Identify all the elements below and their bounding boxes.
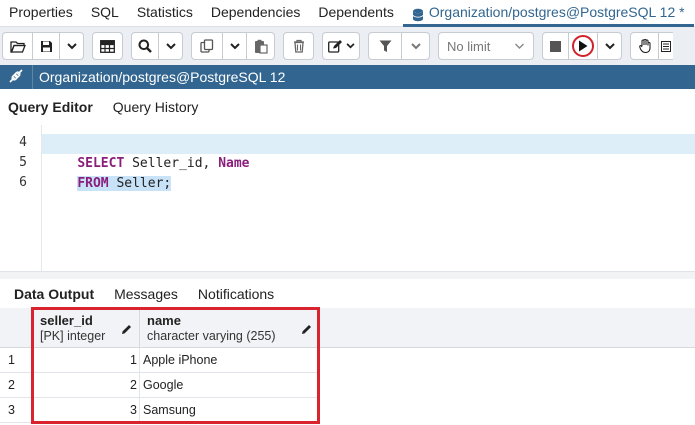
grid-icon: [100, 39, 115, 53]
result-tab-bar: Data Output Messages Notifications: [0, 279, 695, 308]
execute-icon: [572, 35, 594, 57]
cell-seller-id[interactable]: 1: [33, 348, 140, 373]
header-filler: [320, 308, 695, 348]
paste-button[interactable]: [247, 32, 275, 60]
connection-icon: [8, 68, 24, 87]
line-number: 4: [19, 135, 27, 150]
database-icon: [412, 5, 424, 21]
rollback-button[interactable]: [659, 32, 673, 60]
tab-query-history[interactable]: Query History: [105, 99, 207, 115]
delete-button[interactable]: [283, 32, 314, 60]
chevron-down-icon: [604, 42, 615, 50]
table-row[interactable]: 1 1 Apple iPhone: [0, 348, 695, 373]
find-button[interactable]: [131, 32, 159, 60]
connection-title: Organization/postgres@PostgreSQL 12: [39, 69, 286, 85]
cell-name[interactable]: Apple iPhone: [140, 348, 320, 373]
panel-splitter[interactable]: [0, 271, 695, 279]
paste-icon: [254, 39, 268, 54]
row-number-header[interactable]: [0, 308, 33, 348]
panel-tab-bar: Properties SQL Statistics Dependencies D…: [0, 0, 695, 27]
column-type: [PK] integer: [40, 329, 106, 343]
result-grid: seller_id [PK] integer name character va…: [0, 308, 695, 425]
sql-editor[interactable]: 4 5 6 SELECT Seller_id, Name FROM Seller…: [0, 125, 695, 277]
tab-query-editor[interactable]: Query Editor: [0, 99, 105, 115]
tab-data-output[interactable]: Data Output: [0, 286, 104, 302]
line-number-gutter: 4 5 6: [0, 125, 42, 277]
chevron-down-icon: [229, 42, 240, 50]
connection-bar[interactable]: Organization/postgres@PostgreSQL 12: [0, 65, 695, 89]
table-row[interactable]: 2 2 Google: [0, 373, 695, 398]
copy-dropdown-button[interactable]: [223, 32, 247, 60]
copy-button[interactable]: [191, 32, 223, 60]
line-number: 6: [19, 175, 27, 190]
code-line[interactable]: FROM Seller;: [42, 154, 695, 191]
column-name: seller_id: [40, 313, 93, 328]
chevron-down-icon: [165, 42, 176, 50]
tab-sql[interactable]: SQL: [82, 0, 128, 27]
pencil-icon[interactable]: [121, 322, 132, 338]
stop-icon: [550, 40, 561, 52]
column-header-seller-id[interactable]: seller_id [PK] integer: [33, 308, 140, 348]
list-icon: [661, 40, 671, 52]
execute-button[interactable]: [569, 32, 598, 60]
connection-status[interactable]: [0, 65, 33, 89]
find-dropdown-button[interactable]: [159, 32, 183, 60]
tab-statistics[interactable]: Statistics: [128, 0, 202, 27]
commit-button[interactable]: [630, 32, 659, 60]
cell-name[interactable]: Google: [140, 373, 320, 398]
line-number: 5: [19, 155, 27, 170]
edit-grid-button[interactable]: [92, 32, 123, 60]
tab-dependencies[interactable]: Dependencies: [202, 0, 310, 27]
filter-button[interactable]: [368, 32, 402, 60]
search-icon: [138, 39, 152, 53]
save-button[interactable]: [33, 32, 60, 60]
tab-dependents[interactable]: Dependents: [309, 0, 403, 27]
code-line[interactable]: [42, 174, 695, 194]
row-limit-value: No limit: [447, 38, 491, 54]
row-limit-select[interactable]: No limit: [438, 32, 534, 60]
edit-options-button[interactable]: [322, 32, 360, 60]
chevron-down-icon: [345, 43, 355, 49]
row-number[interactable]: 3: [0, 398, 33, 423]
cell-seller-id[interactable]: 2: [33, 373, 140, 398]
chevron-down-icon: [514, 43, 525, 50]
tab-messages[interactable]: Messages: [104, 286, 188, 302]
tab-properties[interactable]: Properties: [0, 0, 82, 27]
row-number[interactable]: 1: [0, 348, 33, 373]
open-file-button[interactable]: [2, 32, 33, 60]
trash-icon: [293, 39, 305, 53]
column-type: character varying (255): [147, 329, 276, 343]
cell-name[interactable]: Samsung: [140, 398, 320, 423]
chevron-down-icon: [66, 42, 77, 50]
stop-button[interactable]: [542, 32, 569, 60]
folder-open-icon: [9, 40, 26, 53]
copy-icon: [200, 39, 214, 53]
hand-icon: [638, 39, 651, 53]
tab-notifications[interactable]: Notifications: [188, 286, 284, 302]
column-name: name: [147, 313, 181, 328]
tab-query-tool[interactable]: Organization/postgres@PostgreSQL 12 *: [402, 0, 694, 27]
tab-query-tool-label: Organization/postgres@PostgreSQL 12 *: [428, 3, 685, 20]
save-dropdown-button[interactable]: [60, 32, 84, 60]
table-row[interactable]: 3 3 Samsung: [0, 398, 695, 423]
edit-icon: [327, 39, 343, 53]
row-number[interactable]: 2: [0, 373, 33, 398]
save-icon: [40, 40, 53, 53]
filter-dropdown-button[interactable]: [402, 32, 430, 60]
execute-dropdown-button[interactable]: [598, 32, 622, 60]
query-toolbar: No limit: [0, 27, 695, 65]
cell-seller-id[interactable]: 3: [33, 398, 140, 423]
editor-tab-bar: Query Editor Query History: [0, 89, 695, 125]
chevron-down-icon: [410, 42, 421, 50]
pencil-icon[interactable]: [301, 322, 312, 338]
filter-icon: [379, 40, 392, 53]
column-header-name[interactable]: name character varying (255): [140, 308, 320, 348]
code-line[interactable]: SELECT Seller_id, Name: [42, 134, 695, 171]
